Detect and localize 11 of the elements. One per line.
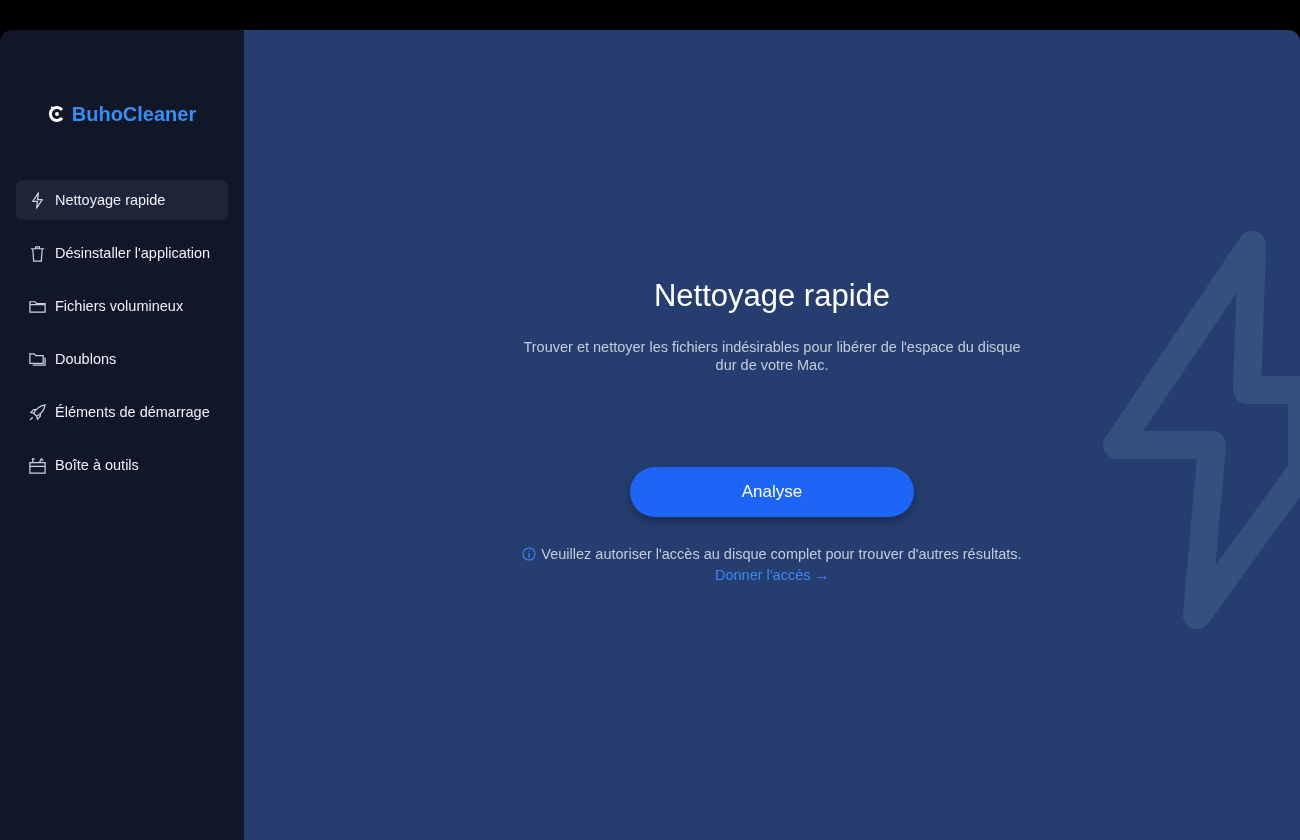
analyse-button[interactable]: Analyse (630, 467, 914, 517)
sidebar-item[interactable]: Éléments de démarrage (16, 392, 228, 432)
sidebar-item[interactable]: Fichiers volumineux (16, 286, 228, 326)
page-title: Nettoyage rapide (653, 278, 891, 314)
sidebar-item[interactable]: Boîte à outils (16, 445, 228, 485)
sidebar-item[interactable]: Doublons (16, 339, 228, 379)
notice-text: Veuillez autoriser l'accès au disque complet pour trouver d'autres résultats. (541, 546, 1022, 562)
description-text: Trouver et nettoyer les fichiers indésirables pour libérer de l'espace du disque dur de votre Mac. (522, 338, 1022, 374)
sidebar-item[interactable]: Nettoyage rapide (16, 180, 228, 220)
sidebar-item[interactable]: Désinstaller l'application (16, 233, 228, 273)
app-name: BuhoCleaner (71, 102, 197, 126)
